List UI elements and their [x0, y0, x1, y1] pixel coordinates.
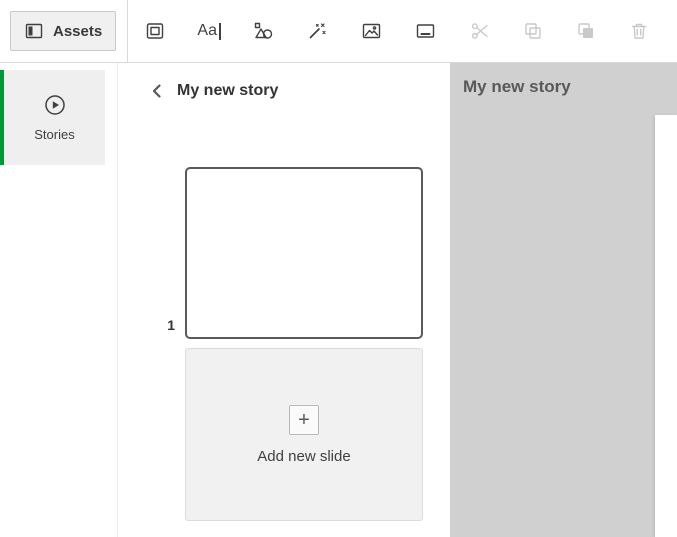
text-tool-button[interactable]: Aa — [189, 11, 229, 51]
copy-button[interactable] — [513, 11, 553, 51]
edit-tool-group — [460, 11, 659, 51]
main-area: Stories My new story 1 + Add new slide — [0, 63, 677, 537]
slide-tool-button[interactable] — [405, 11, 445, 51]
add-new-slide-button[interactable]: + Add new slide — [185, 348, 423, 521]
slide-number: 1 — [155, 317, 175, 333]
toolbar-divider — [127, 0, 128, 62]
slide-thumbnail[interactable] — [185, 167, 423, 339]
sidebar-item-label: Stories — [34, 127, 74, 142]
slide-panel: My new story 1 + Add new slide — [118, 63, 450, 537]
plus-glyph: + — [298, 410, 310, 430]
story-canvas: My new story — [450, 63, 677, 537]
shapes-tool-button[interactable] — [243, 11, 283, 51]
text-tool-glyph: Aa — [197, 22, 217, 40]
trash-icon — [629, 21, 649, 41]
add-slide-label: Add new slide — [257, 448, 350, 465]
cut-button[interactable] — [460, 11, 500, 51]
sidebar: Stories — [0, 63, 118, 537]
toolbar: Assets Aa — [0, 0, 677, 63]
paste-button[interactable] — [566, 11, 606, 51]
story-view-title: My new story — [450, 63, 677, 97]
image-icon — [361, 21, 382, 41]
effects-tool-button[interactable] — [297, 11, 337, 51]
sidebar-item-stories[interactable]: Stories — [0, 70, 105, 165]
slide-list-item: 1 — [155, 167, 423, 339]
copy-icon — [523, 21, 543, 41]
plus-icon: + — [289, 405, 319, 435]
text-icon: Aa — [197, 22, 221, 40]
effects-icon — [307, 21, 327, 41]
assets-button-label: Assets — [53, 23, 102, 40]
slide-canvas[interactable] — [655, 115, 677, 537]
slide-panel-header: My new story — [118, 63, 450, 100]
panel-toggle-icon — [24, 21, 44, 41]
image-tool-button[interactable] — [351, 11, 391, 51]
snapshot-icon — [145, 21, 165, 41]
slide-icon — [415, 21, 436, 41]
shapes-icon — [252, 21, 274, 41]
story-title: My new story — [177, 82, 278, 100]
insert-tool-group: Aa — [135, 11, 445, 51]
snapshot-tool-button[interactable] — [135, 11, 175, 51]
text-cursor-icon — [219, 23, 221, 40]
scissors-icon — [470, 21, 490, 41]
paste-icon — [576, 21, 596, 41]
assets-panel-button[interactable]: Assets — [10, 11, 116, 51]
delete-button[interactable] — [619, 11, 659, 51]
back-chevron-icon — [149, 82, 165, 100]
play-circle-icon — [43, 93, 67, 117]
back-button[interactable] — [148, 82, 166, 100]
